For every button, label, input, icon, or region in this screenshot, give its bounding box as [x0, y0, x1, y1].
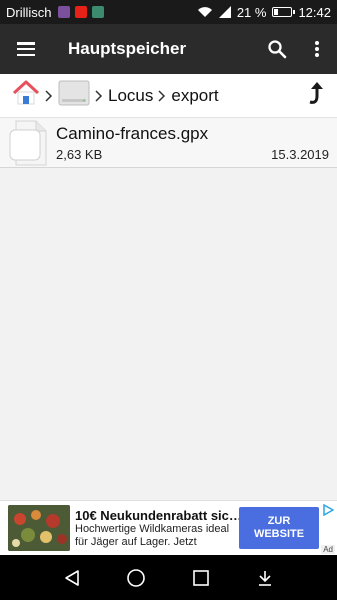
- file-name: Camino-frances.gpx: [56, 123, 209, 143]
- file-size: 2,63 KB: [56, 146, 103, 162]
- app-icon: [91, 6, 104, 18]
- chevron-right-icon: [158, 89, 166, 102]
- chevron-right-icon: [45, 89, 53, 102]
- chevron-right-icon: [95, 89, 103, 102]
- ad-image[interactable]: [8, 505, 70, 551]
- battery-icon: [272, 7, 296, 17]
- signal-icon: [218, 6, 231, 18]
- file-list: Camino-frances.gpx 2,63 KB 15.3.2019: [0, 118, 337, 500]
- home-icon[interactable]: [12, 79, 40, 112]
- clock: 12:42: [298, 4, 331, 20]
- recent-apps-icon[interactable]: [183, 560, 219, 596]
- battery-percent: 21 %: [236, 4, 267, 20]
- ad-cta-button[interactable]: ZUR WEBSITE: [239, 507, 319, 549]
- ad-title: 10€ Neukundenrabatt sic…: [75, 507, 240, 523]
- search-icon[interactable]: [257, 24, 297, 74]
- menu-icon[interactable]: [0, 24, 52, 74]
- adchoices-icon[interactable]: [322, 503, 335, 521]
- file-icon: [0, 120, 56, 166]
- more-options-icon[interactable]: [297, 24, 337, 74]
- app-bar: Hauptspeicher: [0, 24, 337, 74]
- breadcrumb: Locus export: [0, 74, 337, 118]
- breadcrumb-item-locus[interactable]: Locus: [108, 86, 153, 106]
- navigate-up-icon[interactable]: [305, 80, 325, 111]
- file-date: 15.3.2019: [271, 146, 329, 162]
- back-icon[interactable]: [54, 560, 90, 596]
- ad-banner[interactable]: 10€ Neukundenrabatt sic… Hochwertige Wil…: [0, 500, 337, 555]
- youtube-icon: [74, 6, 87, 18]
- storage-icon[interactable]: [58, 79, 90, 112]
- navigation-bar: [0, 555, 337, 600]
- wifi-icon: [197, 7, 212, 17]
- ad-label: Ad: [321, 545, 335, 554]
- carrier-name: Drillisch: [6, 4, 52, 20]
- page-title: Hauptspeicher: [68, 39, 187, 58]
- home-button-icon[interactable]: [118, 560, 154, 596]
- ad-body: Hochwertige Wildkameras ideal für Jäger …: [75, 522, 230, 548]
- status-bar: Drillisch 21 % 12:42: [0, 0, 337, 24]
- notification-pulldown-icon[interactable]: [247, 560, 283, 596]
- breadcrumb-item-export[interactable]: export: [171, 86, 218, 106]
- viber-icon: [57, 6, 70, 18]
- file-row[interactable]: Camino-frances.gpx 2,63 KB 15.3.2019: [0, 118, 337, 168]
